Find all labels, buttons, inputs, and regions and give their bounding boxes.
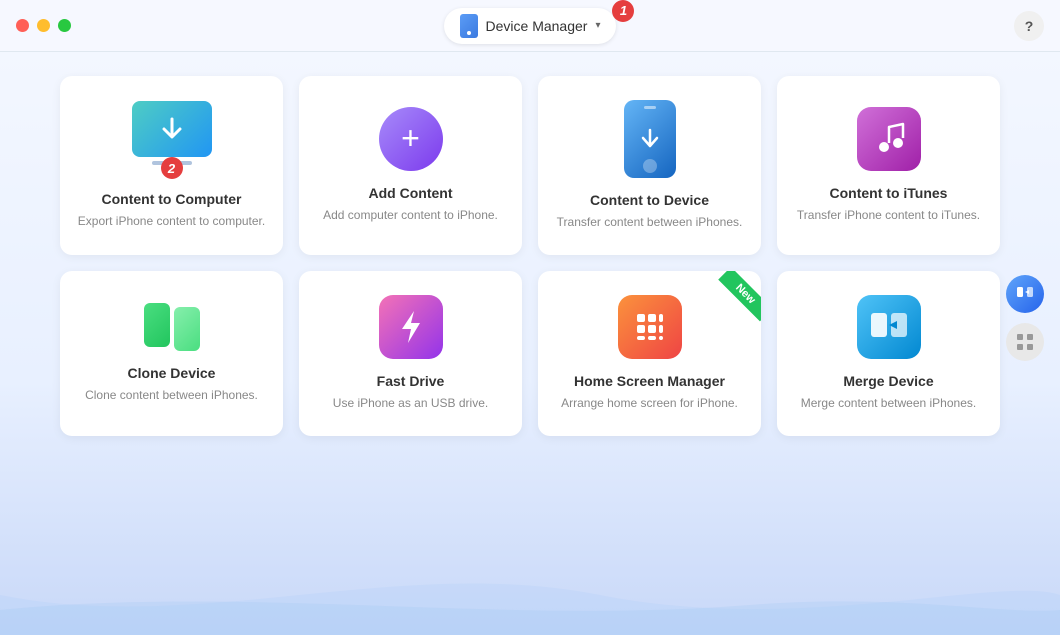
fast-drive-card[interactable]: Fast Drive Use iPhone as an USB drive.	[299, 271, 522, 436]
card-desc: Use iPhone as an USB drive.	[333, 395, 488, 412]
home-grid-icon	[618, 295, 682, 359]
traffic-lights	[16, 19, 71, 32]
card-desc: Clone content between iPhones.	[85, 387, 258, 404]
main-content: 2 Content to Computer Export iPhone cont…	[0, 52, 1060, 460]
card-row-1: 2 Content to Computer Export iPhone cont…	[60, 76, 1000, 255]
app-title-dropdown[interactable]: Device Manager ▾ 1	[444, 8, 617, 44]
transfer-icon	[1015, 284, 1035, 304]
close-button[interactable]	[16, 19, 29, 32]
minimize-button[interactable]	[37, 19, 50, 32]
down-arrow-icon	[639, 128, 661, 150]
fastdrive-icon-wrap	[379, 295, 443, 359]
card-title: Fast Drive	[377, 373, 445, 389]
clone-icon-wrap	[144, 303, 200, 351]
chevron-down-icon: ▾	[595, 20, 600, 31]
itunes-icon	[857, 107, 921, 171]
maximize-button[interactable]	[58, 19, 71, 32]
question-icon: ?	[1025, 18, 1034, 34]
card-desc: Transfer content between iPhones.	[557, 214, 743, 231]
lightning-icon	[379, 295, 443, 359]
music-note-icon	[871, 121, 907, 157]
card-desc: Add computer content to iPhone.	[323, 207, 498, 224]
card-desc: Export iPhone content to computer.	[78, 213, 265, 230]
merge-arrow-icon	[857, 295, 921, 359]
download-arrow-icon	[156, 115, 188, 143]
card-desc: Arrange home screen for iPhone.	[561, 395, 738, 412]
computer-icon-wrap: 2	[132, 101, 212, 157]
apps-grid-icon	[1016, 333, 1034, 351]
itunes-icon-wrap	[857, 107, 921, 171]
card-title: Clone Device	[128, 365, 216, 381]
content-to-itunes-card[interactable]: Content to iTunes Transfer iPhone conten…	[777, 76, 1000, 255]
app-title: Device Manager	[486, 18, 588, 34]
clone-phones-icon	[144, 303, 200, 351]
merge-device-card[interactable]: Merge Device Merge content between iPhon…	[777, 271, 1000, 436]
card-title: Merge Device	[843, 373, 933, 389]
wave-decoration	[0, 555, 1060, 635]
content-to-computer-card[interactable]: 2 Content to Computer Export iPhone cont…	[60, 76, 283, 255]
card-title: Add Content	[369, 185, 453, 201]
badge-2: 2	[161, 157, 183, 179]
new-badge	[701, 271, 761, 331]
transfer-sidebar-button[interactable]	[1006, 275, 1044, 313]
card-title: Home Screen Manager	[574, 373, 725, 389]
home-screen-manager-card[interactable]: Home Screen Manager Arrange home screen …	[538, 271, 761, 436]
help-button[interactable]: ?	[1014, 11, 1044, 41]
card-desc: Merge content between iPhones.	[801, 395, 976, 412]
card-title: Content to Device	[590, 192, 709, 208]
phone-icon	[624, 100, 676, 178]
add-content-card[interactable]: + Add Content Add computer content to iP…	[299, 76, 522, 255]
add-circle-icon: +	[379, 107, 443, 171]
homescreen-icon-wrap	[618, 295, 682, 359]
card-title: Content to iTunes	[830, 185, 948, 201]
merge-icon-wrap	[857, 295, 921, 359]
sidebar-right	[1006, 275, 1044, 361]
card-title: Content to Computer	[102, 191, 242, 207]
add-content-icon-wrap: +	[379, 107, 443, 171]
clone-device-card[interactable]: Clone Device Clone content between iPhon…	[60, 271, 283, 436]
titlebar: Device Manager ▾ 1 ?	[0, 0, 1060, 52]
plus-icon: +	[401, 122, 420, 154]
notification-badge: 1	[612, 0, 634, 22]
grid-app-icon	[632, 309, 668, 345]
card-row-2: Clone Device Clone content between iPhon…	[60, 271, 1000, 436]
grid-sidebar-button[interactable]	[1006, 323, 1044, 361]
content-device-icon-wrap	[624, 100, 676, 178]
transfer-icon	[869, 309, 909, 345]
bolt-icon	[396, 309, 426, 345]
computer-icon	[132, 101, 212, 157]
app-icon	[460, 14, 478, 38]
card-desc: Transfer iPhone content to iTunes.	[797, 207, 980, 224]
content-to-device-card[interactable]: Content to Device Transfer content betwe…	[538, 76, 761, 255]
